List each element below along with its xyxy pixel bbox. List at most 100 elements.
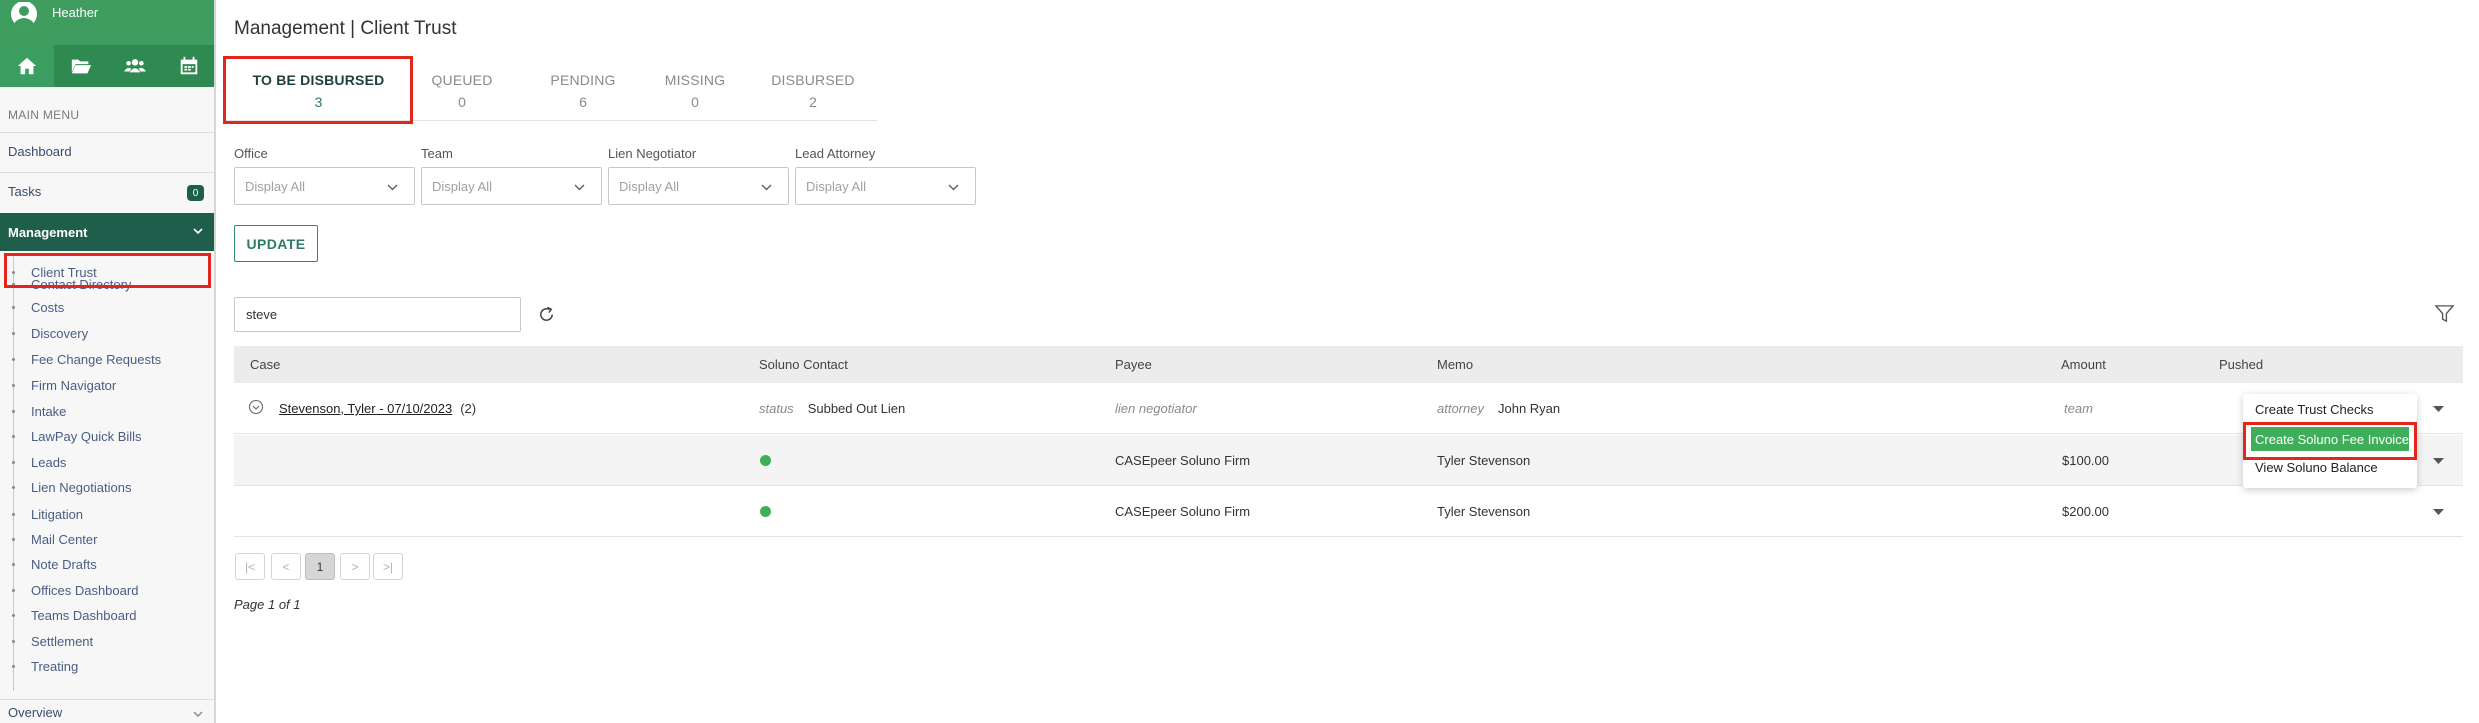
sidebar-subitem-costs[interactable]: Costs: [0, 295, 214, 319]
tab-missing[interactable]: MISSING 0: [641, 61, 749, 121]
sidebar-item-label: Dashboard: [8, 144, 72, 159]
sidebar-subitem-mail-center[interactable]: Mail Center: [0, 527, 214, 551]
sidebar-subitem-leads[interactable]: Leads: [0, 450, 214, 474]
column-header-soluno-contact[interactable]: Soluno Contact: [759, 357, 848, 372]
column-header-amount[interactable]: Amount: [2061, 357, 2106, 372]
tab-pending[interactable]: PENDING 6: [524, 61, 642, 121]
filter-value: Display All: [245, 178, 305, 194]
sidebar-subitem-offices-dashboard[interactable]: Offices Dashboard: [0, 578, 214, 602]
prev-page-button[interactable]: <: [271, 553, 301, 580]
sidebar-subitem-lawpay-quick-bills[interactable]: LawPay Quick Bills: [0, 424, 214, 448]
column-header-payee[interactable]: Payee: [1115, 357, 1152, 372]
page-title: Management | Client Trust: [234, 18, 457, 39]
team-key: team: [2064, 401, 2093, 416]
update-button[interactable]: UPDATE: [234, 225, 318, 262]
row-menu-caret-icon[interactable]: [2433, 508, 2444, 516]
column-header-memo[interactable]: Memo: [1437, 357, 1473, 372]
memo-cell: Tyler Stevenson: [1437, 504, 1531, 519]
folder-open-icon: [71, 59, 92, 74]
attorney-cell: attorney John Ryan: [1437, 401, 1560, 416]
tab-count: 0: [458, 94, 466, 110]
tab-label: TO BE DISBURSED: [252, 72, 385, 88]
filter-select-lead-attorney[interactable]: Display All: [795, 167, 976, 205]
tab-label: PENDING: [550, 72, 616, 88]
team-cell: team: [2064, 401, 2107, 416]
row-action-menu: Create Trust Checks Create Soluno Fee In…: [2243, 394, 2417, 488]
payee-cell: CASEpeer Soluno Firm: [1115, 504, 1251, 519]
tab-disbursed[interactable]: DISBURSED 2: [749, 61, 877, 121]
sidebar-item-tasks[interactable]: Tasks 0: [0, 172, 214, 210]
tab-label: MISSING: [664, 72, 726, 88]
tab-queued[interactable]: QUEUED 0: [400, 61, 524, 121]
main-menu-label: MAIN MENU: [8, 108, 80, 122]
next-page-button[interactable]: >: [340, 553, 370, 580]
case-count: (2): [460, 401, 477, 416]
calendar-button[interactable]: [162, 45, 214, 87]
page-info: Page 1 of 1: [234, 597, 301, 612]
row-menu-caret-icon[interactable]: [2433, 405, 2444, 413]
filter-value: Display All: [806, 178, 866, 194]
calendar-icon: [180, 56, 198, 75]
column-header-pushed[interactable]: Pushed: [2219, 357, 2263, 372]
table-row: CASEpeer Soluno Firm Tyler Stevenson $20…: [234, 486, 2463, 537]
table-header: Case Soluno Contact Payee Memo Amount Pushed: [234, 346, 2463, 383]
attorney-value: John Ryan: [1497, 401, 1561, 416]
refresh-icon[interactable]: [537, 305, 556, 324]
filter-icon[interactable]: [2434, 303, 2455, 324]
sidebar-subitem-firm-navigator[interactable]: Firm Navigator: [0, 373, 214, 397]
sidebar-subitem-note-drafts[interactable]: Note Drafts: [0, 552, 214, 576]
user-avatar-icon[interactable]: [9, 2, 39, 30]
user-name: Heather: [52, 5, 99, 20]
view-soluno-balance-item[interactable]: View Soluno Balance: [2243, 455, 2417, 479]
sidebar-subitem-contact-directory[interactable]: Contact Directory: [0, 272, 214, 296]
filter-label-office: Office: [234, 146, 268, 161]
memo-cell: Tyler Stevenson: [1437, 453, 1531, 468]
filter-label-lead-attorney: Lead Attorney: [795, 146, 876, 161]
filter-select-lien-negotiator[interactable]: Display All: [608, 167, 789, 205]
contacts-button[interactable]: [108, 45, 162, 87]
page-1-button[interactable]: 1: [305, 553, 335, 580]
row-menu-caret-icon[interactable]: [2433, 457, 2444, 465]
status-value: Subbed Out Lien: [807, 401, 906, 416]
filter-select-office[interactable]: Display All: [234, 167, 415, 205]
sidebar-subitem-fee-change-requests[interactable]: Fee Change Requests: [0, 347, 214, 371]
create-trust-checks-item[interactable]: Create Trust Checks: [2243, 397, 2417, 421]
user-header: Heather: [0, 0, 214, 45]
sidebar-item-overview[interactable]: Overview: [0, 699, 214, 723]
sidebar: Heather MAIN MENU Dashboard Tasks 0 Mana…: [0, 0, 216, 723]
table-row: CASEpeer Soluno Firm Tyler Stevenson $10…: [234, 435, 2463, 486]
amount-cell: $100.00: [2062, 453, 2109, 468]
sidebar-subitem-settlement[interactable]: Settlement: [0, 629, 214, 653]
cases-button[interactable]: [54, 45, 108, 87]
tab-to-be-disbursed[interactable]: TO BE DISBURSED 3: [226, 61, 411, 121]
tab-label: DISBURSED: [771, 72, 855, 88]
tab-label: QUEUED: [431, 72, 493, 88]
tab-count: 0: [691, 94, 699, 110]
sidebar-subitem-lien-negotiations[interactable]: Lien Negotiations: [0, 475, 214, 499]
first-page-button[interactable]: |<: [235, 553, 265, 580]
tab-count: 2: [809, 94, 817, 110]
sidebar-icon-bar: [0, 45, 214, 87]
filter-select-team[interactable]: Display All: [421, 167, 602, 205]
sidebar-subitem-intake[interactable]: Intake: [0, 399, 214, 423]
chevron-down-icon: [948, 184, 959, 191]
create-soluno-fee-invoice-item[interactable]: Create Soluno Fee Invoice: [2251, 427, 2409, 451]
chevron-down-icon: [193, 228, 203, 235]
sidebar-item-management[interactable]: Management: [0, 213, 214, 251]
amount-cell: $200.00: [2062, 504, 2109, 519]
sidebar-subitem-teams-dashboard[interactable]: Teams Dashboard: [0, 603, 214, 627]
collapse-circle-icon[interactable]: [248, 399, 264, 415]
tab-count: 3: [314, 94, 323, 110]
case-link[interactable]: Stevenson, Tyler - 07/10/2023: [279, 401, 452, 416]
lien-negotiator-cell: lien negotiator: [1115, 401, 1211, 416]
search-input[interactable]: [234, 297, 521, 332]
sidebar-subitem-treating[interactable]: Treating: [0, 654, 214, 678]
last-page-button[interactable]: >|: [373, 553, 403, 580]
sidebar-item-dashboard[interactable]: Dashboard: [0, 132, 214, 170]
soluno-status-dot: [760, 455, 771, 466]
home-button[interactable]: [0, 45, 54, 87]
sidebar-subitem-litigation[interactable]: Litigation: [0, 502, 214, 526]
tasks-count-badge: 0: [187, 185, 204, 201]
sidebar-subitem-discovery[interactable]: Discovery: [0, 321, 214, 345]
column-header-case[interactable]: Case: [250, 357, 280, 372]
